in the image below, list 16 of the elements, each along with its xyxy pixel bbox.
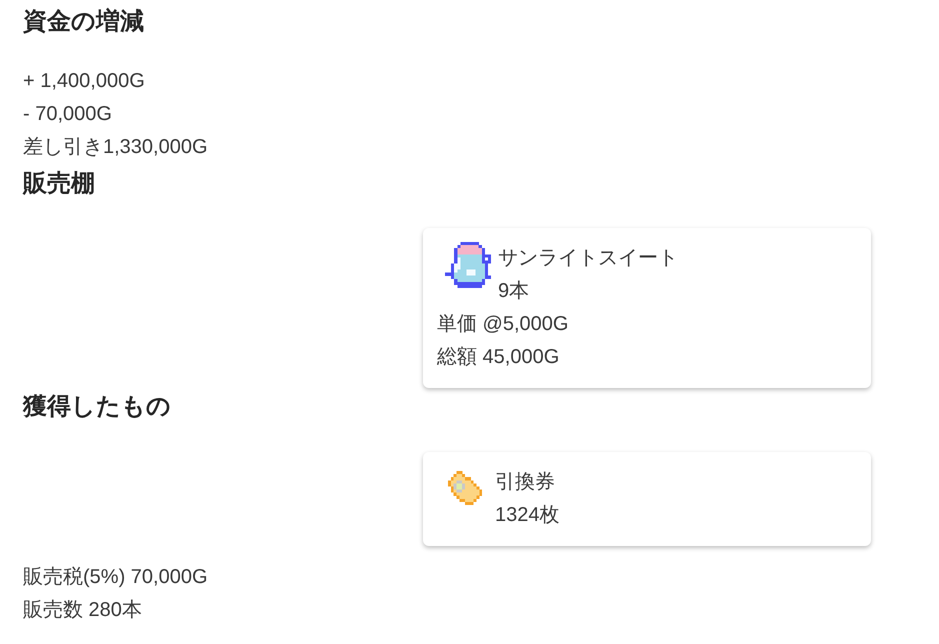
summary-text: 販売数 280本	[23, 598, 143, 623]
section-heading: 資金の増減	[23, 6, 145, 37]
section-heading: 獲得したもの	[23, 392, 172, 422]
amount-text: - 70,000G	[23, 102, 113, 127]
unit-price-text: 単価 @5,000G	[437, 312, 570, 337]
summary-text: 販売税(5%) 70,000G	[23, 565, 209, 590]
item-name: サンライトスイート	[498, 246, 678, 271]
item-quantity: 9本	[498, 279, 530, 304]
section-heading: 販売棚	[23, 169, 96, 199]
amount-text: 差し引き1,330,000G	[23, 135, 209, 160]
jar-icon	[445, 242, 491, 288]
amount-text: + 1,400,000G	[23, 69, 146, 94]
ticket-icon	[448, 471, 485, 505]
item-quantity: 1324枚	[495, 503, 560, 528]
item-name: 引換券	[495, 470, 556, 495]
total-price-text: 総額 45,000G	[437, 345, 560, 370]
